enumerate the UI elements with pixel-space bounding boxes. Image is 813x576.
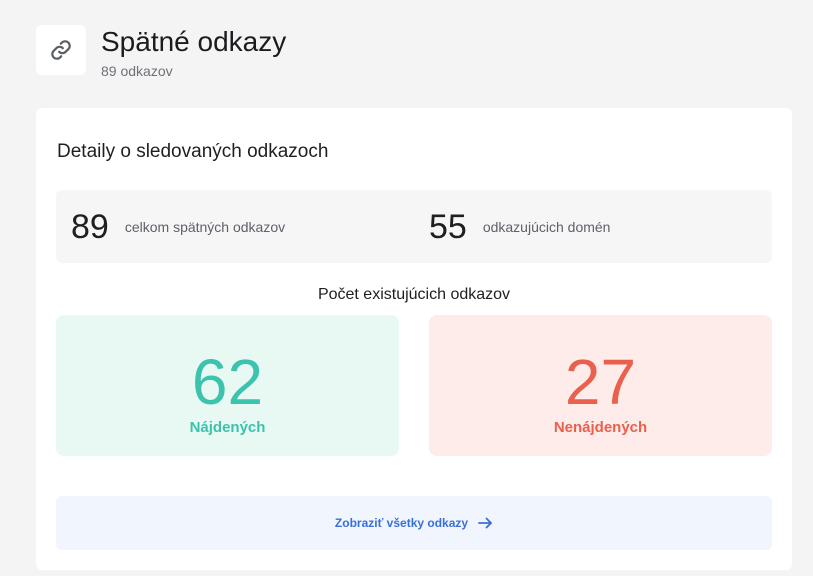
not-found-label: Nenájdených — [553, 419, 648, 436]
page-title: Spätné odkazy — [101, 26, 287, 57]
section-label: Počet existujúcich odkazov — [317, 286, 511, 303]
card-title: Detaily o sledovaných odkazoch — [57, 141, 329, 162]
stat-label: odkazujúcich domén — [482, 218, 611, 235]
view-all-links-button[interactable]: Zobraziť všetky odkazy — [56, 496, 772, 550]
header-icon-box — [36, 25, 86, 75]
page-header: Spätné odkazy 89 odkazov — [36, 25, 286, 79]
found-label: Nájdených — [189, 419, 266, 436]
stat-value: 89 — [71, 207, 109, 246]
stat-value: 55 — [429, 207, 467, 246]
link-icon — [51, 40, 71, 60]
stat-referring-domains: 55 odkazujúcich domén — [429, 190, 610, 263]
found-count: 62 — [191, 346, 264, 418]
stats-strip: 89 celkom spätných odkazov 55 odkazujúci… — [56, 190, 772, 263]
arrow-right-icon — [478, 517, 493, 529]
backlinks-card: Detaily o sledovaných odkazoch 89 celkom… — [36, 108, 792, 570]
page-subtitle: 89 odkazov — [101, 63, 173, 79]
not-found-links-box: 27 Nenájdených — [429, 315, 772, 456]
found-links-box: 62 Nájdených — [56, 315, 399, 456]
view-all-label: Zobraziť všetky odkazy — [334, 516, 469, 530]
not-found-count: 27 — [564, 346, 637, 418]
stat-total-backlinks: 89 celkom spätných odkazov — [71, 190, 285, 263]
stat-label: celkom spätných odkazov — [124, 218, 286, 235]
